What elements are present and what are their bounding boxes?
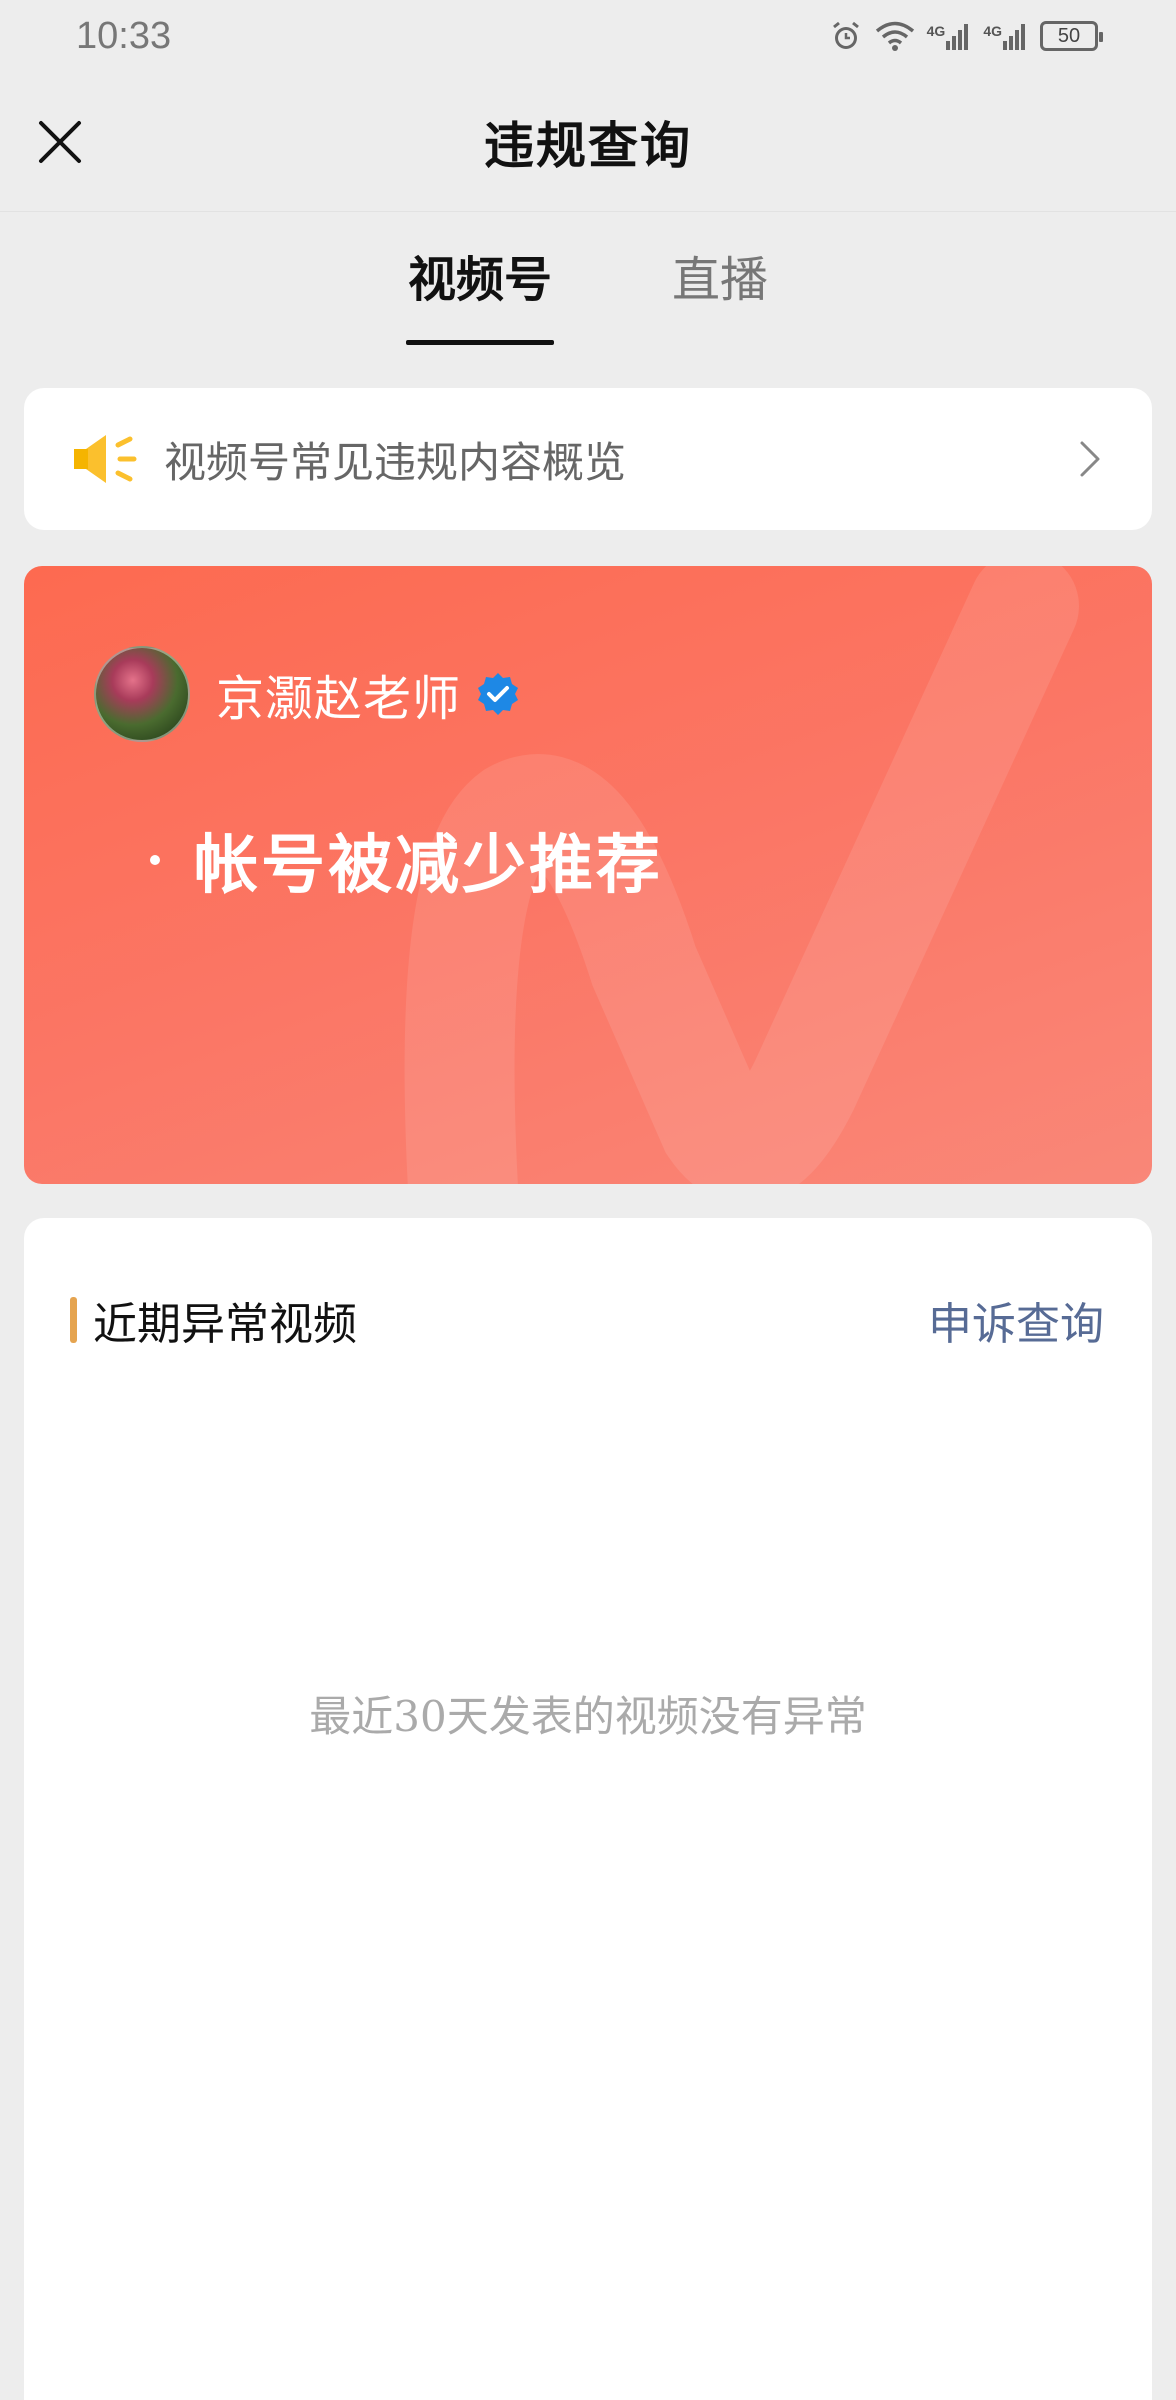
section-title: 近期异常视频 bbox=[93, 1299, 357, 1350]
account-row: 京灏赵老师 bbox=[94, 646, 521, 742]
signal-icon bbox=[946, 24, 969, 50]
avatar bbox=[94, 646, 190, 742]
penalty-item: 帐号被减少推荐 bbox=[150, 814, 663, 906]
close-icon bbox=[39, 121, 81, 163]
close-button[interactable] bbox=[30, 112, 90, 172]
chevron-right-icon bbox=[1080, 441, 1100, 477]
account-name: 京灏赵老师 bbox=[216, 671, 462, 727]
signal-icon bbox=[1003, 24, 1025, 50]
recent-videos-card: 近期异常视频 申诉查询 最近30天发表的视频没有异常 bbox=[24, 1218, 1152, 2400]
notice-text: 视频号常见违规内容概览 bbox=[164, 437, 627, 487]
wifi-icon bbox=[875, 21, 914, 51]
section-header: 近期异常视频 申诉查询 bbox=[70, 1288, 1104, 1352]
alarm-icon bbox=[832, 21, 859, 49]
network-label-1: 4G bbox=[926, 23, 946, 39]
section-title-wrap: 近期异常视频 bbox=[70, 1288, 357, 1352]
nav-bar: 违规查询 bbox=[0, 72, 1176, 212]
page-title: 违规查询 bbox=[484, 115, 692, 175]
bullet-dot bbox=[150, 855, 160, 865]
signal-1: 4G bbox=[927, 21, 972, 51]
status-bar: 10:33 4G 4G 50 bbox=[0, 0, 1176, 72]
appeal-query-link[interactable]: 申诉查询 bbox=[928, 1288, 1104, 1352]
account-status-card: 京灏赵老师 帐号被减少推荐 bbox=[24, 566, 1152, 1184]
network-label-2: 4G bbox=[983, 23, 1002, 39]
violation-overview-link[interactable]: 视频号常见违规内容概览 bbox=[24, 388, 1152, 530]
battery-icon: 50 bbox=[1040, 21, 1103, 51]
status-icons: 4G 4G 50 bbox=[829, 19, 1103, 53]
penalty-text: 帐号被减少推荐 bbox=[194, 828, 663, 903]
section-accent-bar bbox=[70, 1297, 77, 1343]
status-time: 10:33 bbox=[76, 14, 172, 57]
signal-2: 4G bbox=[983, 21, 1028, 51]
empty-state-text: 最近30天发表的视频没有异常 bbox=[309, 1692, 867, 1741]
tab-live[interactable]: 直播 bbox=[672, 230, 768, 345]
verified-badge-icon bbox=[478, 673, 519, 715]
tab-channels[interactable]: 视频号 bbox=[405, 230, 555, 345]
speaker-icon bbox=[74, 435, 137, 483]
tab-bar: 视频号 直播 bbox=[0, 230, 1176, 345]
